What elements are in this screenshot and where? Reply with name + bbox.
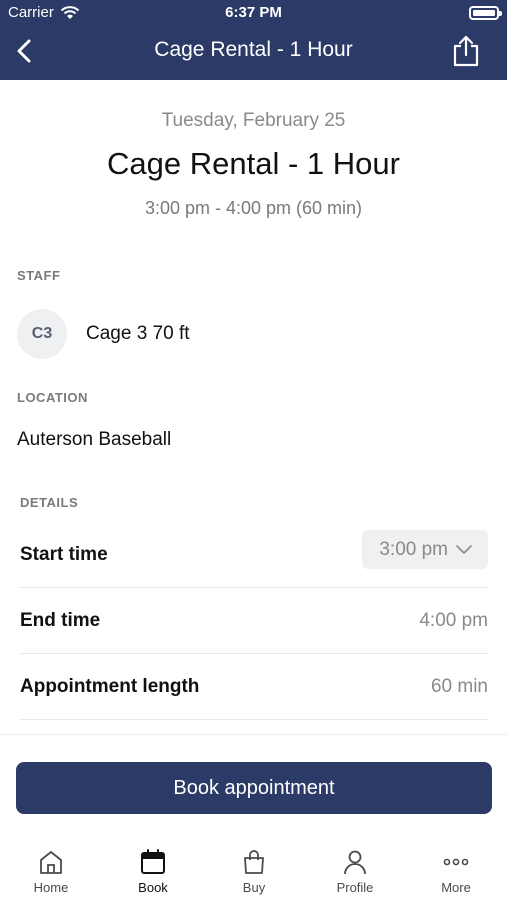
end-time-value: 4:00 pm [419,610,488,631]
end-time-label: End time [20,610,101,631]
appointment-length-label: Appointment length [20,676,200,697]
tab-profile[interactable]: Profile [315,840,395,895]
tab-more[interactable]: More [416,840,496,895]
staff-section-label: STAFF [17,268,61,283]
tab-home[interactable]: Home [11,840,91,895]
tab-bar: Home Book Buy Profile More [0,840,507,900]
location-section-label: LOCATION [17,390,88,405]
chevron-left-icon [17,39,31,63]
tab-buy-label: Buy [242,880,266,895]
status-bar: Carrier 6:37 PM [0,0,507,24]
back-button[interactable] [10,36,40,66]
home-icon [40,851,62,874]
staff-name: Cage 3 70 ft [86,323,190,344]
tab-buy[interactable]: Buy [214,840,294,895]
end-time-row: End time 4:00 pm [20,588,488,654]
more-icon [443,858,469,866]
start-time-value: 3:00 pm [379,538,448,560]
start-time-label: Start time [20,544,108,565]
appointment-length-value: 60 min [430,676,488,697]
location-name: Auterson Baseball [17,429,172,450]
footer-divider [0,734,507,735]
status-time: 6:37 PM [225,4,282,21]
tab-book[interactable]: Book [113,840,193,895]
appointment-title: Cage Rental - 1 Hour [107,146,400,181]
appointment-time-range: 3:00 pm - 4:00 pm (60 min) [144,198,363,218]
share-button[interactable] [451,34,481,68]
nav-title: Cage Rental - 1 Hour [154,38,353,61]
details-section-label: DETAILS [20,495,79,510]
navigation-header: Carrier 6:37 PM Cage Rental - 1 Hour [0,0,507,80]
person-icon [344,850,366,875]
appointment-length-row: Appointment length 60 min [20,654,488,720]
chevron-down-icon [456,544,472,554]
tab-book-label: Book [138,880,168,895]
share-icon [453,35,479,67]
staff-avatar: C3 [17,309,67,359]
start-time-select[interactable]: 3:00 pm [362,530,488,569]
tab-more-label: More [441,880,471,895]
start-time-row: Start time 3:00 pm [20,522,488,588]
appointment-date: Tuesday, February 25 [161,110,346,131]
calendar-icon [141,849,165,874]
tab-home-label: Home [33,880,69,895]
shopping-bag-icon [244,850,264,874]
tab-profile-label: Profile [336,880,374,895]
book-appointment-button[interactable]: Book appointment [16,762,492,814]
battery-icon [469,6,502,20]
